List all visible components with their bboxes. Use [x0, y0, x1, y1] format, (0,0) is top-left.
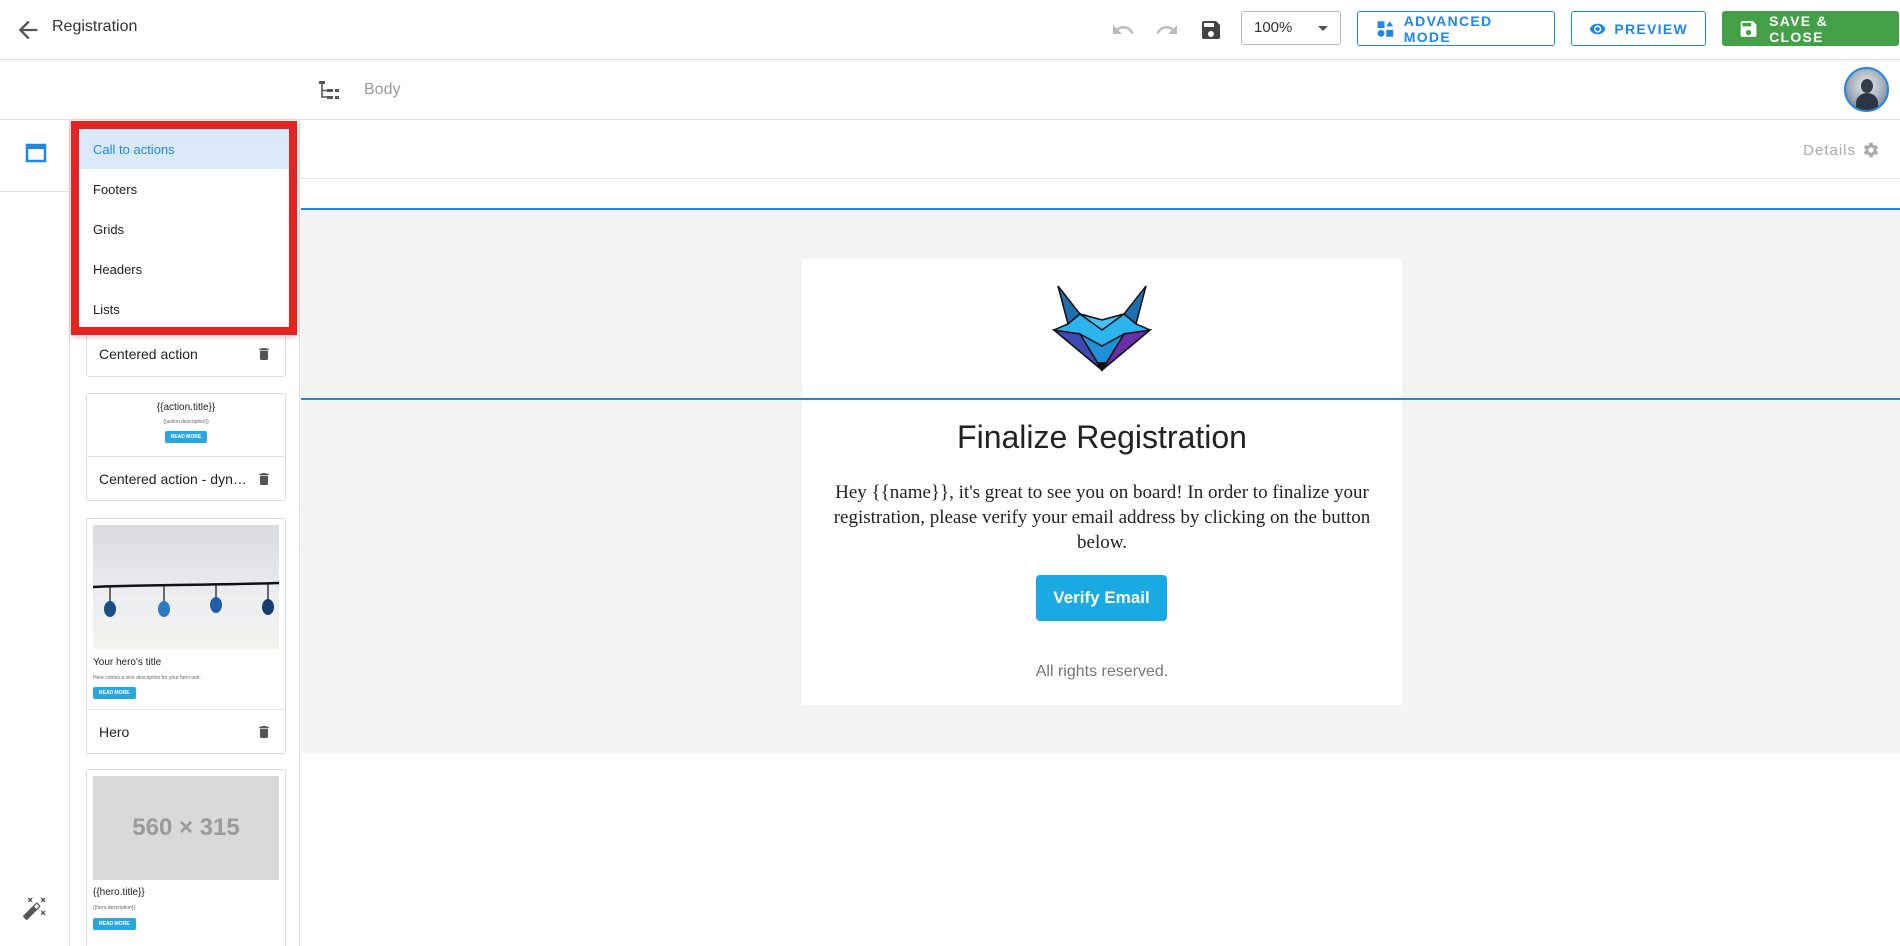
trash-icon[interactable] [255, 723, 273, 741]
menu-item-headers[interactable]: Headers [79, 249, 289, 289]
undo-icon[interactable] [1108, 15, 1138, 45]
block-preview: {{action.title}} {{action.description}} … [87, 394, 285, 456]
block-preview: 560 × 315 {{hero.title}} {{hero.descript… [87, 770, 285, 936]
save-icon[interactable] [1196, 15, 1226, 45]
advanced-mode-button[interactable]: ADVANCED MODE [1357, 11, 1555, 46]
page-title: Registration [52, 18, 138, 35]
block-card-centered-dynamic[interactable]: {{action.title}} {{action.description}} … [86, 393, 286, 501]
zoom-select[interactable]: 100% [1241, 11, 1341, 45]
zoom-value: 100% [1254, 19, 1293, 36]
save-close-button[interactable]: SAVE & CLOSE [1722, 11, 1899, 46]
verify-email-button[interactable]: Verify Email [1036, 575, 1167, 621]
gear-icon [1863, 142, 1879, 158]
email-title: Finalize Registration [957, 419, 1247, 455]
top-toolbar: Registration 100% ADVANCED MODE PREVIEW … [0, 0, 1900, 60]
menu-item-grids[interactable]: Grids [79, 209, 289, 249]
structure-bar: Body [0, 60, 1900, 120]
hero-bulbs-image [92, 525, 280, 649]
design-tools-icon[interactable] [22, 895, 48, 926]
breadcrumb[interactable]: Body [364, 81, 400, 99]
menu-item-lists[interactable]: Lists [79, 289, 289, 329]
fox-logo [1050, 284, 1154, 379]
block-name: Centered action [99, 346, 198, 362]
trash-icon[interactable] [255, 470, 273, 488]
left-rail [0, 121, 70, 946]
back-arrow-icon[interactable] [14, 16, 42, 44]
block-card-hero[interactable]: Your hero's title Here comes a nice desc… [86, 518, 286, 754]
widgets-icon [1377, 20, 1394, 37]
section-guide-line [301, 398, 1900, 400]
block-card-centered-action[interactable]: Centered action [86, 331, 286, 377]
block-category-menu: Call to actions Footers Grids Headers Li… [71, 121, 297, 335]
block-name: Hero [99, 723, 130, 740]
menu-item-footers[interactable]: Footers [79, 169, 289, 209]
avatar[interactable] [1844, 67, 1889, 112]
chevron-down-icon [1318, 26, 1328, 31]
image-placeholder: 560 × 315 [93, 776, 279, 880]
blocks-icon[interactable] [25, 143, 47, 168]
block-card-hero-dynamic[interactable]: 560 × 315 {{hero.title}} {{hero.descript… [86, 769, 286, 946]
menu-item-call-to-actions[interactable]: Call to actions [79, 129, 289, 169]
email-footer-text: All rights reserved. [1035, 663, 1169, 680]
redo-icon[interactable] [1152, 15, 1182, 45]
details-button[interactable]: Details [1803, 141, 1880, 159]
eye-icon [1589, 23, 1606, 34]
trash-icon[interactable] [255, 345, 273, 363]
canvas-header: Details [301, 121, 1900, 179]
tree-structure-icon[interactable] [318, 80, 340, 105]
block-name: Centered action - dynamic [99, 470, 249, 487]
save-icon [1740, 20, 1757, 37]
preview-button[interactable]: PREVIEW [1571, 11, 1706, 46]
block-preview: Your hero's title Here comes a nice desc… [87, 519, 285, 709]
email-body-text: Hey {{name}}, it's great to see you on b… [833, 482, 1371, 553]
email-preview: Finalize Registration Hey {{name}}, it's… [802, 259, 1402, 705]
